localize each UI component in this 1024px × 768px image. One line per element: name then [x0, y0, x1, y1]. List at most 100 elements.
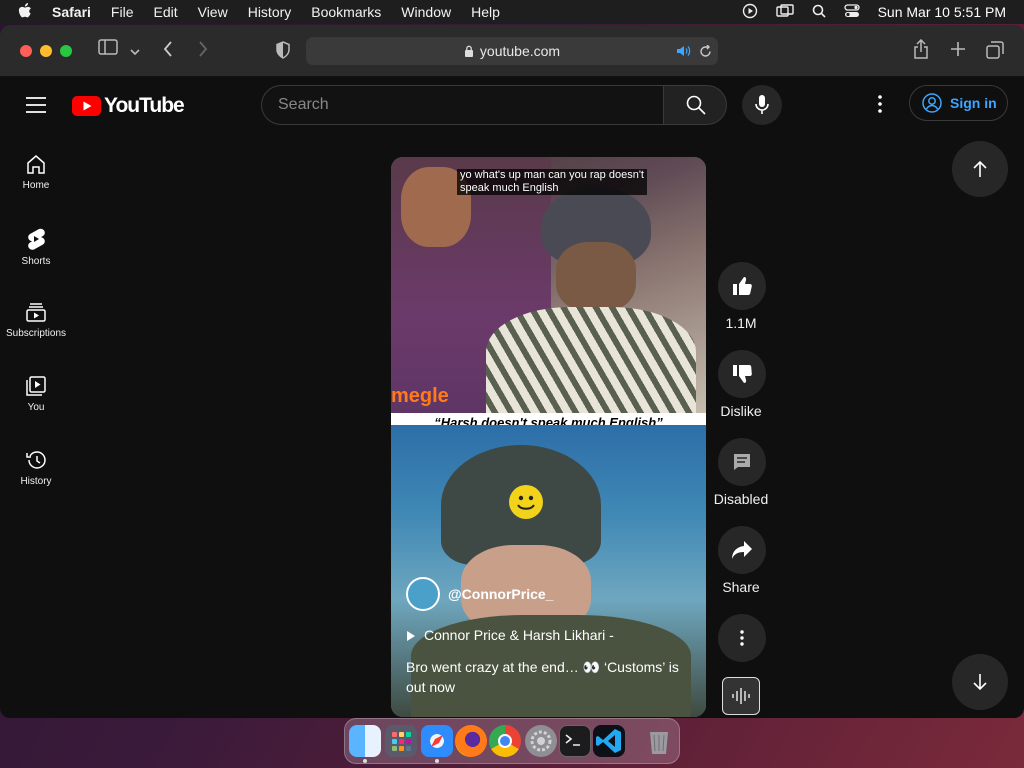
menu-bookmarks[interactable]: Bookmarks: [311, 4, 381, 20]
sidebar-item-you[interactable]: You: [0, 364, 72, 438]
apple-icon[interactable]: [18, 2, 32, 22]
dislike-label: Dislike: [720, 403, 762, 419]
chrome-icon[interactable]: [489, 725, 521, 757]
play-small-icon: [407, 631, 415, 641]
vscode-icon[interactable]: [593, 725, 625, 757]
lock-icon: [464, 45, 473, 57]
comments-label: Disabled: [713, 491, 769, 507]
song-title: Connor Price & Harsh Likhari -: [424, 627, 614, 643]
arrow-up-icon: [973, 160, 987, 177]
sidebar-item-subscriptions[interactable]: Subscriptions: [0, 290, 72, 364]
sidebar-item-label: You: [27, 402, 45, 413]
sidebar-item-history[interactable]: History: [0, 438, 72, 512]
more-vertical-icon: [740, 630, 744, 646]
search-input[interactable]: Search: [261, 85, 663, 125]
sidebar-item-label: Subscriptions: [5, 328, 67, 339]
share-page-icon[interactable]: [913, 38, 929, 64]
menu-edit[interactable]: Edit: [153, 4, 177, 20]
previous-short-button[interactable]: [952, 141, 1008, 197]
safari-icon[interactable]: [421, 725, 453, 757]
url-text: youtube.com: [479, 43, 561, 59]
new-tab-icon[interactable]: [950, 41, 966, 62]
chevron-down-icon[interactable]: [130, 43, 140, 61]
launchpad-icon[interactable]: [385, 725, 417, 757]
song-link[interactable]: Connor Price & Harsh Likhari -: [406, 627, 614, 643]
audio-playing-icon[interactable]: [676, 45, 692, 57]
youtube-logo[interactable]: YouTube: [72, 94, 185, 118]
menu-window[interactable]: Window: [401, 4, 451, 20]
menu-file[interactable]: File: [111, 4, 134, 20]
trash-icon[interactable]: [643, 725, 675, 757]
face-right: [556, 242, 636, 312]
running-indicator: [363, 759, 367, 763]
spotlight-icon[interactable]: [812, 4, 826, 21]
audio-track-button[interactable]: [722, 677, 760, 715]
sidebar-toggle-icon[interactable]: [98, 39, 118, 60]
browser-window: youtube.com YouTube Search Sign in Home: [0, 25, 1024, 718]
browser-toolbar: youtube.com: [0, 25, 1024, 77]
history-icon: [26, 451, 46, 469]
sidebar-item-label: History: [20, 476, 52, 487]
next-short-button[interactable]: [952, 654, 1008, 710]
account-icon: [922, 93, 942, 113]
menu-app-name[interactable]: Safari: [52, 4, 91, 20]
share-button[interactable]: [718, 526, 766, 574]
you-icon: [26, 376, 46, 396]
youtube-header: YouTube Search Sign in: [0, 77, 1024, 133]
tab-overview-icon[interactable]: [986, 41, 1004, 64]
sidebar-item-label: Home: [22, 180, 50, 191]
like-button[interactable]: [718, 262, 766, 310]
sign-in-label: Sign in: [950, 95, 997, 111]
video-frame-top: [391, 157, 706, 419]
more-actions-button[interactable]: [718, 614, 766, 662]
system-settings-icon[interactable]: [525, 725, 557, 757]
sidebar-item-home[interactable]: Home: [0, 142, 72, 216]
finder-icon[interactable]: [349, 725, 381, 757]
firefox-icon[interactable]: [455, 725, 487, 757]
control-center-icon[interactable]: [843, 3, 860, 21]
sign-in-button[interactable]: Sign in: [909, 85, 1008, 121]
like-count: 1.1M: [725, 315, 757, 331]
screen-mirror-icon[interactable]: [775, 3, 794, 21]
subscriptions-icon: [26, 303, 46, 322]
menu-help[interactable]: Help: [471, 4, 500, 20]
sidebar-item-label: Shorts: [21, 256, 51, 267]
logo-text: YouTube: [104, 94, 185, 117]
address-bar[interactable]: youtube.com: [306, 37, 718, 65]
channel-info[interactable]: @ConnorPrice_: [406, 577, 553, 611]
hamburger-menu-icon[interactable]: [26, 97, 46, 118]
reload-icon[interactable]: [699, 44, 712, 58]
search-button[interactable]: [663, 85, 727, 125]
short-video-player[interactable]: yo what's up man can you rap doesn't spe…: [391, 157, 706, 717]
forward-icon[interactable]: [198, 41, 208, 62]
patterned-shirt: [486, 307, 696, 419]
comments-button[interactable]: [718, 438, 766, 486]
terminal-icon[interactable]: [559, 725, 591, 757]
play-status-icon[interactable]: [742, 3, 758, 22]
zoom-window-button[interactable]: [60, 45, 72, 57]
home-icon: [27, 155, 45, 174]
arrow-down-icon: [973, 674, 987, 691]
menu-view[interactable]: View: [198, 4, 228, 20]
privacy-shield-icon[interactable]: [275, 41, 291, 64]
close-window-button[interactable]: [20, 45, 32, 57]
menu-history[interactable]: History: [248, 4, 292, 20]
back-icon[interactable]: [163, 41, 173, 62]
video-caption-text: yo what's up man can you rap doesn't spe…: [457, 169, 647, 195]
dock: [344, 718, 680, 764]
share-label: Share: [722, 579, 760, 595]
smiley-face-icon: [509, 485, 543, 519]
thumbs-up-icon: [733, 277, 752, 295]
sidebar-item-shorts[interactable]: Shorts: [0, 216, 72, 290]
dislike-button[interactable]: [718, 350, 766, 398]
menu-bar: Safari File Edit View History Bookmarks …: [0, 0, 1024, 24]
channel-avatar[interactable]: [406, 577, 440, 611]
minimize-window-button[interactable]: [40, 45, 52, 57]
share-icon: [732, 541, 752, 559]
channel-name[interactable]: @ConnorPrice_: [448, 586, 553, 602]
voice-search-button[interactable]: [742, 85, 782, 125]
microphone-icon: [755, 95, 769, 114]
menu-datetime[interactable]: Sun Mar 10 5:51 PM: [878, 4, 1006, 20]
more-options-icon[interactable]: [878, 95, 882, 118]
search-icon: [686, 95, 706, 115]
